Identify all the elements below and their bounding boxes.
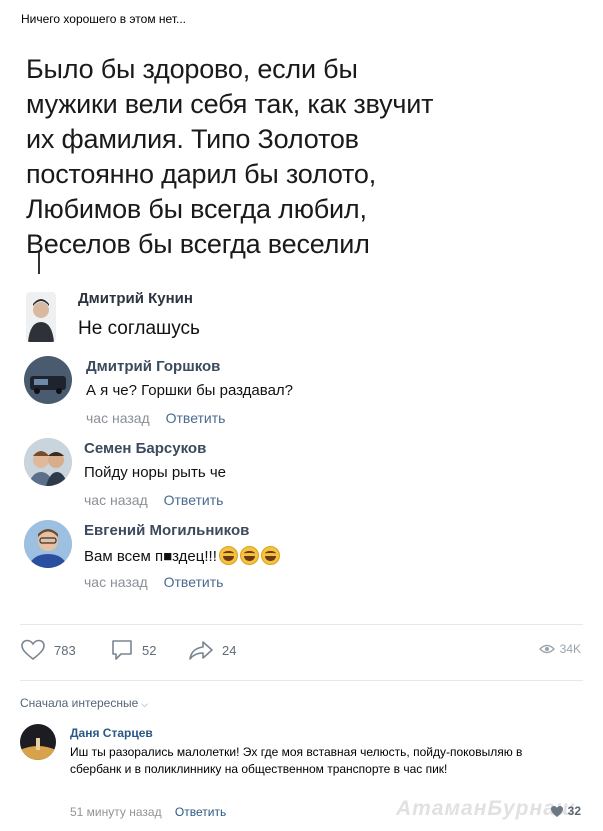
comment-text: Пойду норы рыть че [84,464,226,481]
comment-like-count: 32 [567,804,581,818]
comment-author[interactable]: Даня Старцев [70,726,153,740]
comment-author: Дмитрий Горшков [86,358,221,375]
meme-image: Было бы здорово, если бы мужики вели себ… [0,34,603,624]
comment-text: Иш ты разорались малолетки! Эх где моя в… [70,745,523,776]
comment-text-value: Вам всем п■здец!!! [84,548,217,565]
comment-icon [112,640,132,660]
share-button[interactable]: 24 [188,638,236,662]
avatar [20,724,56,760]
eye-icon [538,644,555,654]
avatar [24,438,72,486]
comment-time: 51 минуту назад [70,805,162,819]
share-icon [189,641,213,660]
comment-time: час назад [84,574,148,590]
meme-line: мужики вели себя так, как звучит [26,89,434,119]
watermark: АтаманБурнаш [396,797,576,820]
reply-link[interactable]: Ответить [166,410,226,426]
comment-sort-dropdown[interactable]: Сначала интересные ⌵ [20,696,148,710]
divider [20,680,583,681]
laughing-emoji-icon [239,546,259,565]
heart-icon [21,639,45,661]
text-cursor [38,252,40,274]
meme-line: Было бы здорово, если бы [26,54,358,84]
laughing-emoji-icon [260,546,280,565]
comment-text: Вам всем п■здец!!! [84,546,280,565]
comment-meta: 51 минуту назад Ответить [70,805,226,819]
comment-button[interactable]: 52 [110,638,156,662]
reply-link[interactable]: Ответить [164,492,224,508]
reply-link[interactable]: Ответить [164,574,224,590]
comment-text: А я че? Горшки бы раздавал? [86,382,294,399]
heart-icon [550,805,563,817]
meme-line: Любимов бы всегда любил, [26,194,367,224]
comment-like-button[interactable]: 32 [550,804,581,818]
laughing-emoji-icon [218,546,238,565]
like-count: 783 [54,642,76,658]
comment-author: Семен Барсуков [84,440,207,457]
comment-meta: час назад Ответить [86,410,225,426]
meme-line: постоянно дарил бы золото, [26,159,377,189]
meme-line: Веселов бы всегда веселил [26,229,370,259]
post-caption: Ничего хорошего в этом нет... [21,12,186,26]
like-button[interactable]: 783 [20,638,76,662]
avatar [24,356,72,404]
meme-text: Было бы здорово, если бы мужики вели себ… [26,52,586,262]
comment-time: час назад [84,492,148,508]
share-count: 24 [222,642,237,658]
comment-count: 52 [142,642,157,658]
sort-label: Сначала интересные [20,696,139,710]
reply-link[interactable]: Ответить [175,805,226,819]
avatar [26,292,56,342]
comment-text: Не соглашусь [78,318,200,339]
comment-author: Евгений Могильников [84,522,250,539]
comment-meta: час назад Ответить [84,492,223,508]
chevron-down-icon: ⌵ [141,699,149,709]
avatar [24,520,72,568]
views-count: 34K [559,642,581,656]
views-counter: 34K [538,642,581,656]
divider [20,624,583,625]
post-actions: 783 52 24 34K [20,638,583,664]
comment-author: Дмитрий Кунин [78,290,193,307]
comment-meta: час назад Ответить [84,574,223,590]
meme-line: их фамилия. Типо Золотов [26,124,359,154]
comment-time: час назад [86,410,150,426]
